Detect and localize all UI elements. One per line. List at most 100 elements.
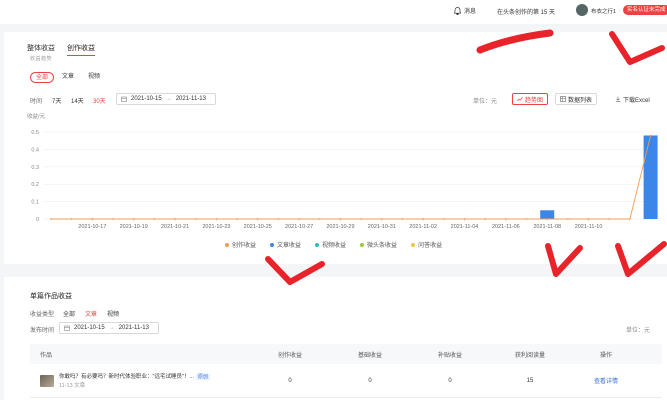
x-tick-label: 2021-10-27 (285, 224, 313, 230)
chart-legend: 创作收益 文章收益 视频收益 微头条收益 问答收益 (225, 240, 442, 249)
data-list-button[interactable]: 数据列表 (555, 93, 598, 105)
data-point (277, 218, 280, 220)
date-separator: → (165, 96, 172, 102)
filter-type-all[interactable]: 全部 (30, 72, 55, 83)
bell-icon (454, 6, 461, 15)
data-point (587, 218, 590, 220)
data-list-label: 数据列表 (568, 97, 593, 104)
filter-type-article[interactable]: 文章 (57, 72, 79, 83)
header-profit-reads[interactable]: 获利阅读量 (490, 350, 570, 359)
series-line (51, 135, 652, 220)
income-chart: 收益/元 0 0.1 0.2 0.3 0.4 0.5 2021-10-17 2021-10-19… (27, 112, 658, 230)
work-type-video[interactable]: 视频 (107, 309, 119, 318)
legend-item[interactable]: 文章收益 (270, 240, 301, 249)
range-7-days[interactable]: 7天 (52, 96, 61, 105)
data-point (546, 218, 549, 220)
view-details-link[interactable]: 查看详情 (570, 376, 642, 385)
legend-dot (225, 242, 229, 247)
x-tick-label: 2021-11-04 (451, 224, 479, 230)
original-tag: 原创 (196, 374, 211, 380)
time-label: 时间 (30, 99, 43, 105)
download-excel-label: 下载Excel (623, 97, 650, 104)
legend-label: 问答收益 (418, 243, 443, 249)
work-title[interactable]: 你敢吗？有必要吗？新时代体验职业："远宅试睡员"！... (59, 374, 194, 380)
date-start: 2021-10-15 (74, 325, 105, 331)
x-tick-label: 2021-10-25 (244, 224, 272, 230)
x-tick-label: 2021-11-08 (533, 224, 561, 230)
trend-icon (517, 96, 523, 102)
data-point (401, 218, 404, 220)
data-point (132, 218, 135, 220)
table-row[interactable]: 你敢吗？有必要吗？新时代体验职业："远宅试睡员"！... 原创 11-13 文章 … (30, 364, 662, 398)
data-point (236, 218, 238, 220)
legend-item[interactable]: 微头条收益 (360, 240, 397, 249)
data-point (174, 218, 176, 220)
work-cell: 你敢吗？有必要吗？新时代体验职业："远宅试睡员"！... 原创 11-13 文章 (30, 372, 250, 389)
data-point (50, 218, 52, 220)
x-tick-label: 2021-11-10 (575, 224, 603, 230)
tab-creation-income[interactable]: 创作收益 (67, 43, 95, 56)
header-base-income[interactable]: 基础收益 (330, 350, 410, 359)
verify-badge[interactable]: 实名认证未完成 (623, 5, 667, 15)
data-point (339, 218, 342, 220)
work-thumbnail[interactable] (40, 374, 54, 387)
y-tick-label: 0 (36, 217, 39, 223)
header-subsidy-income[interactable]: 补贴收益 (410, 350, 490, 359)
data-point (318, 218, 321, 220)
x-tick-label: 2021-10-23 (202, 224, 230, 230)
filter-type-video[interactable]: 视频 (83, 72, 105, 83)
data-point (153, 218, 156, 220)
data-point (463, 218, 466, 220)
date-end: 2021-11-13 (175, 96, 206, 102)
x-tick-label: 2021-10-17 (78, 224, 106, 230)
table-icon (560, 96, 566, 102)
range-14-days[interactable]: 14天 (71, 96, 84, 105)
data-point (566, 218, 569, 220)
download-excel-button[interactable]: 下载Excel (611, 93, 654, 105)
data-point (442, 218, 445, 220)
y-tick-label: 0.3 (31, 165, 39, 171)
y-tick-label: 0.5 (31, 130, 39, 136)
single-work-title: 单篇作品收益 (30, 293, 72, 300)
header-work: 作品 (40, 352, 53, 359)
username[interactable]: 布衣之行1 (591, 7, 616, 15)
data-point (70, 218, 73, 220)
publish-date-picker[interactable]: 2021-10-15 → 2021-11-13 (59, 322, 159, 334)
base-income-value: 0 (368, 377, 372, 384)
publish-time-label: 发布时间 (30, 328, 55, 334)
date-range-picker[interactable]: 2021-10-15 → 2021-11-13 (116, 93, 216, 105)
x-tick-label: 2021-10-29 (326, 224, 354, 230)
legend-item[interactable]: 视频收益 (315, 240, 346, 249)
data-point (194, 218, 197, 220)
data-point (504, 218, 507, 220)
creation-days-text: 在头条创作的第 15 天 (497, 10, 556, 16)
x-tick-label: 2021-10-31 (368, 224, 396, 230)
range-30-days[interactable]: 30天 (93, 96, 106, 105)
work-type-article[interactable]: 文章 (85, 309, 97, 318)
work-type-all[interactable]: 全部 (63, 309, 75, 318)
trend-chart-label: 趋势图 (525, 97, 544, 104)
legend-item[interactable]: 创作收益 (225, 240, 256, 249)
data-point (484, 218, 487, 220)
subsidy-income-value: 0 (448, 377, 452, 384)
x-tick-label: 2021-10-21 (161, 224, 189, 230)
trend-chart-button[interactable]: 趋势图 (512, 93, 549, 105)
messages-label: 消息 (464, 9, 477, 15)
header-action: 操作 (599, 352, 612, 359)
x-tick-label: 2021-10-19 (120, 224, 148, 230)
legend-label: 文章收益 (277, 243, 302, 249)
y-tick-label: 0.1 (31, 200, 39, 206)
messages-button[interactable]: 消息 (454, 6, 476, 15)
data-point (256, 218, 259, 220)
top-bar: 消息 在头条创作的第 15 天 布衣之行1 实名认证未完成 (0, 0, 667, 24)
legend-label: 视频收益 (322, 243, 347, 249)
income-type-label: 收益类型 (30, 312, 55, 318)
date-start: 2021-10-15 (131, 96, 162, 102)
header-creation-income[interactable]: 创作收益 (250, 350, 330, 359)
data-bar (540, 210, 555, 219)
calendar-icon (64, 325, 70, 331)
data-point (360, 218, 363, 220)
works-table: 作品 创作收益 基础收益 补贴收益 获利阅读量 操作 你敢吗？有必要吗？新时代体… (30, 344, 662, 398)
legend-item[interactable]: 问答收益 (411, 240, 442, 249)
avatar[interactable] (576, 4, 588, 16)
